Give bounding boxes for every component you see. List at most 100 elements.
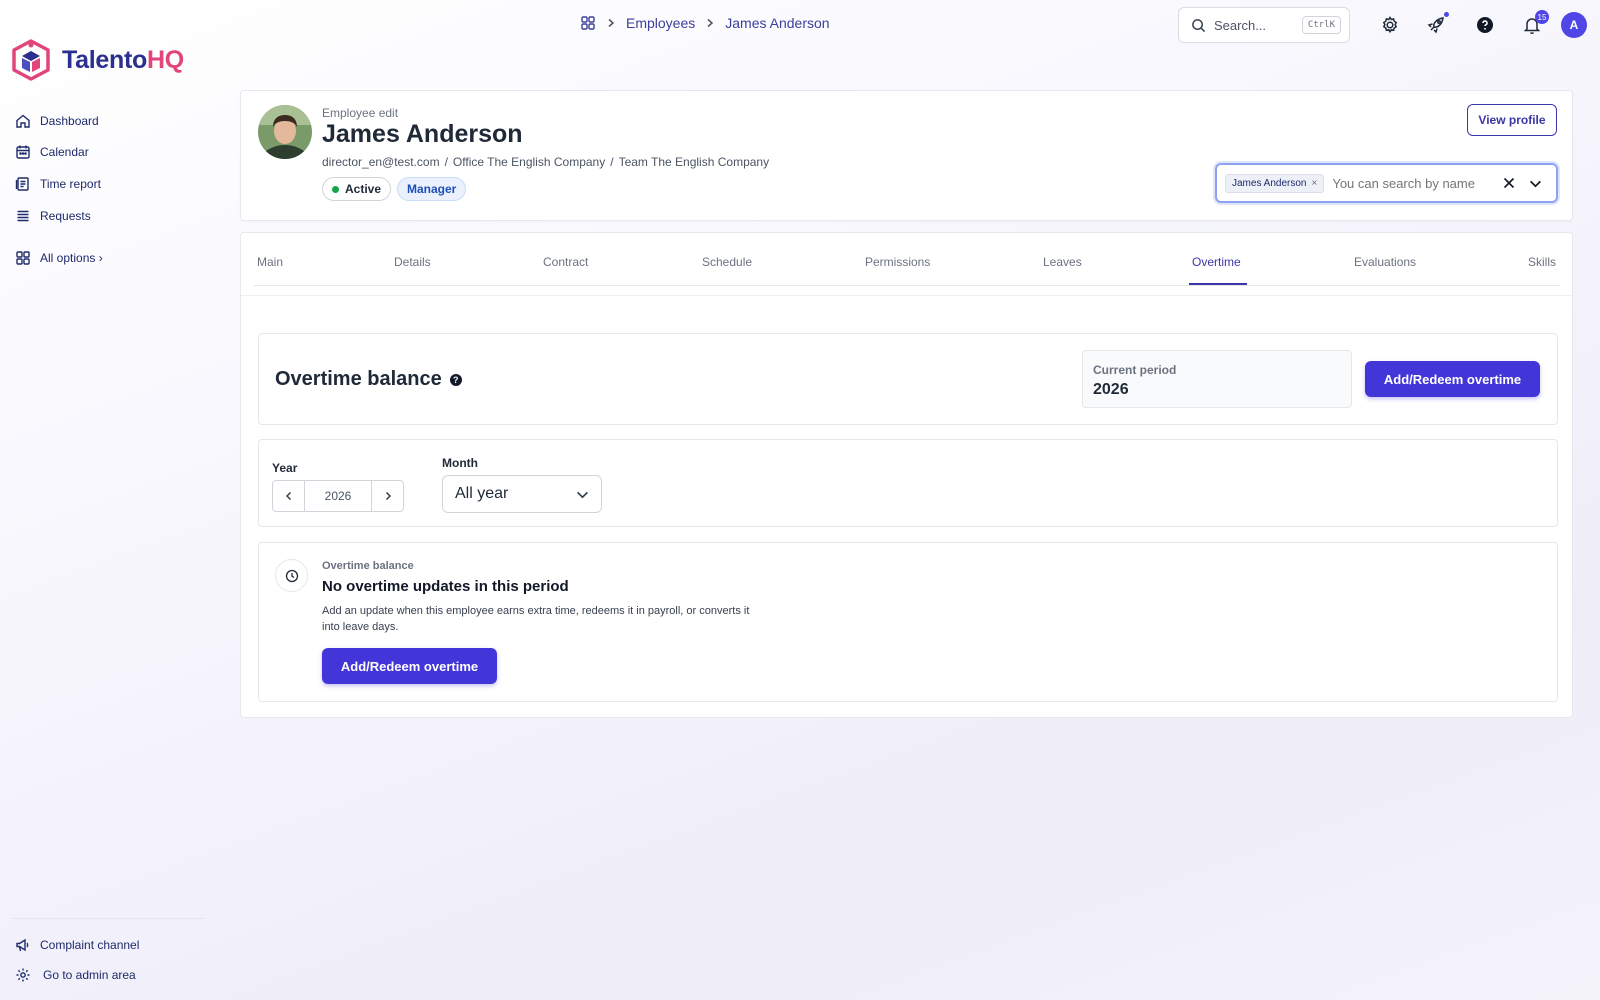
employee-search-input[interactable]	[1332, 175, 1483, 191]
tab-schedule[interactable]: Schedule	[702, 255, 752, 269]
sidebar-item-requests[interactable]: Requests	[15, 208, 91, 224]
tab-details[interactable]: Details	[394, 255, 431, 269]
rocket-indicator-dot	[1444, 12, 1449, 17]
add-redeem-overtime-button[interactable]: Add/Redeem overtime	[322, 648, 497, 684]
chip-remove-icon[interactable]: ×	[1312, 178, 1318, 189]
all-options-label: All options ›	[40, 251, 103, 265]
sidebar-item-label: Complaint channel	[40, 938, 140, 952]
search-shortcut: CtrlK	[1301, 16, 1341, 34]
tab-overtime[interactable]: Overtime	[1192, 255, 1241, 269]
help-icon[interactable]: ?	[449, 373, 462, 386]
status-badge: Active	[322, 177, 392, 201]
month-selected-value: All year	[455, 485, 509, 502]
apps-grid-icon[interactable]	[580, 15, 596, 31]
chevron-left-icon	[285, 491, 291, 501]
current-period-value: 2026	[1093, 381, 1129, 398]
home-icon	[16, 114, 30, 128]
clock-icon-wrapper	[275, 559, 308, 592]
sidebar-item-calendar[interactable]: Calendar	[15, 144, 89, 160]
employee-meta: director_en@test.com / Office The Englis…	[322, 155, 769, 169]
tab-evaluations[interactable]: Evaluations	[1354, 255, 1416, 269]
brand-logo[interactable]: TalentoHQ	[12, 39, 184, 81]
sidebar-item-dashboard[interactable]: Dashboard	[15, 113, 99, 129]
chevron-right-icon	[385, 491, 391, 501]
employee-selector[interactable]: James Anderson ×	[1215, 163, 1558, 203]
tab-main[interactable]: Main	[257, 255, 283, 269]
tab-permissions[interactable]: Permissions	[865, 255, 930, 269]
employee-tabs: Main Details Contract Schedule Permissio…	[254, 233, 1560, 286]
search-icon	[1192, 18, 1206, 32]
tab-contract[interactable]: Contract	[543, 255, 588, 269]
sidebar-item-complaint-channel[interactable]: Complaint channel	[15, 937, 139, 953]
breadcrumb-current[interactable]: James Anderson	[725, 15, 829, 31]
employee-photo	[258, 105, 312, 159]
sidebar-item-label: Requests	[40, 209, 91, 223]
overtime-title: Overtime balance	[275, 368, 442, 390]
month-label: Month	[442, 456, 478, 470]
month-select[interactable]: All year	[442, 475, 602, 513]
sidebar-item-time-report[interactable]: Time report	[15, 176, 101, 192]
time-report-icon	[15, 177, 29, 191]
breadcrumb: Employees James Anderson	[580, 15, 830, 31]
overtime-empty-state: Overtime balance No overtime updates in …	[258, 542, 1558, 702]
year-value[interactable]: 2026	[304, 481, 372, 511]
calendar-icon	[16, 145, 30, 159]
global-search-input[interactable]: Search... CtrlK	[1178, 7, 1350, 43]
employee-office: Office The English Company	[452, 155, 606, 169]
clear-icon[interactable]	[1503, 177, 1515, 189]
selected-employee-chip: James Anderson ×	[1225, 173, 1325, 193]
chevron-right-icon	[608, 18, 615, 28]
year-label: Year	[272, 461, 298, 475]
status-dot-icon	[332, 185, 339, 193]
settings-button[interactable]	[1378, 13, 1402, 37]
employee-team: Team The English Company	[618, 155, 770, 169]
view-profile-button[interactable]: View profile	[1467, 104, 1557, 136]
employee-edit-panel: Main Details Contract Schedule Permissio…	[240, 232, 1574, 718]
clock-icon	[285, 569, 298, 582]
chevron-down-icon[interactable]	[1529, 177, 1542, 190]
brand-name: TalentoHQ	[62, 45, 184, 74]
logo-cube-icon	[12, 39, 50, 81]
sidebar-divider	[10, 918, 205, 919]
requests-icon	[17, 210, 29, 222]
sidebar-item-label: Go to admin area	[43, 968, 136, 982]
search-placeholder: Search...	[1214, 17, 1267, 33]
chevron-right-icon	[707, 18, 714, 28]
overtime-filters: Year 2026 Month All year	[258, 439, 1558, 527]
empty-state-description: Add an update when this employee earns e…	[322, 605, 750, 633]
chevron-down-icon	[577, 491, 588, 498]
employee-email: director_en@test.com	[322, 155, 440, 169]
tab-skills[interactable]: Skills	[1528, 255, 1556, 269]
sidebar: TalentoHQ Dashboard Calendar Time report…	[0, 0, 210, 1000]
help-button[interactable]	[1473, 13, 1497, 37]
tabs-divider	[241, 295, 1574, 296]
employee-name: James Anderson	[322, 120, 523, 148]
tab-leaves[interactable]: Leaves	[1043, 255, 1082, 269]
page-kicker: Employee edit	[322, 106, 399, 120]
sidebar-item-admin-area[interactable]: Go to admin area	[15, 967, 136, 983]
year-stepper: 2026	[272, 480, 404, 512]
notifications-count-badge: 15	[1535, 10, 1549, 24]
empty-state-kicker: Overtime balance	[322, 560, 414, 572]
megaphone-icon	[16, 938, 29, 952]
chip-label: James Anderson	[1232, 177, 1307, 189]
active-tab-indicator	[1189, 283, 1247, 285]
add-redeem-overtime-button[interactable]: Add/Redeem overtime	[1365, 361, 1540, 397]
current-period-label: Current period	[1093, 363, 1177, 377]
year-prev-button[interactable]	[273, 481, 304, 511]
role-badge: Manager	[397, 177, 467, 201]
empty-state-title: No overtime updates in this period	[322, 578, 569, 595]
grid-icon	[16, 251, 30, 265]
overtime-balance-header: Overtime balance ? Current period 2026 A…	[258, 333, 1558, 425]
meta-separator: /	[444, 155, 448, 169]
help-icon	[1477, 17, 1493, 33]
sidebar-all-options[interactable]: All options ›	[15, 250, 103, 266]
year-next-button[interactable]	[372, 481, 403, 511]
sidebar-item-label: Dashboard	[40, 114, 99, 128]
user-avatar[interactable]: A	[1561, 12, 1587, 38]
sidebar-item-label: Time report	[40, 177, 101, 191]
gear-icon	[1382, 16, 1398, 34]
breadcrumb-employees[interactable]: Employees	[626, 15, 695, 31]
section-title: Overtime balance ?	[275, 368, 462, 391]
employee-header-card: Employee edit James Anderson director_en…	[240, 90, 1573, 221]
